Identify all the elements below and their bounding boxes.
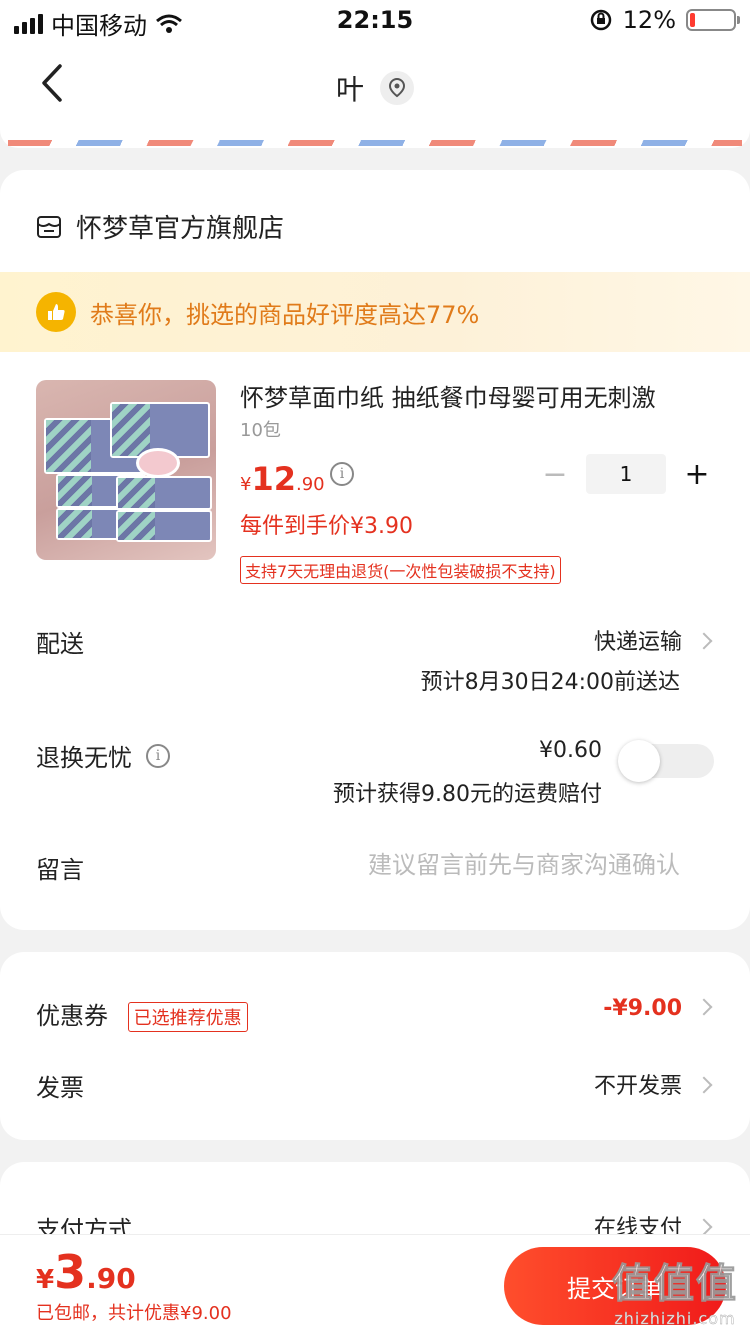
coupon-value: -¥9.00: [603, 996, 682, 1021]
invoice-row[interactable]: 不开发票: [593, 1068, 713, 1100]
chevron-right-icon: [695, 998, 713, 1016]
chevron-right-icon: [695, 1218, 713, 1236]
watermark-url: zhizhizhi.com: [614, 1309, 736, 1328]
coupon-row[interactable]: -¥9.00: [603, 996, 713, 1021]
return-insurance-toggle[interactable]: [618, 740, 714, 782]
coupon-label-wrap: 优惠券 已选推荐优惠: [36, 996, 248, 1032]
price-decimal: .90: [295, 474, 325, 495]
promo-text: 恭喜你，挑选的商品好评度高达77%: [90, 300, 480, 329]
discount-card: 优惠券 已选推荐优惠 -¥9.00 发票 不开发票: [0, 952, 750, 1140]
location-pin-icon: [388, 77, 406, 98]
info-icon[interactable]: i: [146, 743, 170, 768]
total-currency: ¥: [36, 1265, 55, 1295]
status-bar: 中国移动 22:15 12%: [0, 0, 750, 40]
store-header[interactable]: 怀梦草官方旗舰店: [36, 208, 284, 245]
product-spec: 10包: [240, 420, 281, 441]
nav-title: 叶: [335, 73, 364, 106]
checkout-bar: ¥ 3 .90 已包邮，共计优惠¥9.00 提交订单 值值值 zhizhizhi…: [0, 1234, 750, 1334]
store-name: 怀梦草官方旗舰店: [76, 214, 285, 244]
rating-promo-banner: 恭喜你，挑选的商品好评度高达77%: [0, 272, 750, 352]
return-policy-tag: 支持7天无理由退货(一次性包装破损不支持): [240, 556, 561, 584]
return-insurance-price: ¥0.60: [539, 738, 602, 763]
order-card: 怀梦草官方旗舰店 恭喜你，挑选的商品好评度高达77% 怀梦草面巾纸 抽纸餐巾母婴…: [0, 170, 750, 930]
return-insurance-label-wrap: 退换无忧 i: [36, 738, 170, 773]
location-button[interactable]: [380, 71, 414, 105]
return-insurance-label: 退换无忧: [36, 744, 132, 772]
total-price: ¥ 3 .90: [36, 1245, 136, 1299]
price-info-icon[interactable]: i: [330, 462, 354, 486]
delivery-method-row[interactable]: 快递运输: [593, 624, 713, 656]
increase-quantity-button[interactable]: +: [680, 457, 714, 492]
message-input[interactable]: [300, 848, 680, 882]
status-right: 12%: [589, 6, 740, 34]
product-title[interactable]: 怀梦草面巾纸 抽纸餐巾母婴可用无刺激: [240, 378, 710, 413]
store-icon: [37, 215, 61, 238]
price-currency: ¥: [240, 474, 252, 495]
address-border-stripe: [0, 130, 750, 148]
delivery-label: 配送: [36, 630, 84, 658]
chevron-right-icon: [695, 632, 713, 650]
message-label: 留言: [36, 856, 84, 884]
watermark: 值值值 zhizhizhi.com: [612, 1251, 738, 1329]
delivery-estimate: 预计8月30日24:00前送达: [420, 670, 680, 695]
decrease-quantity-button[interactable]: −: [538, 457, 572, 492]
invoice-value: 不开发票: [593, 1074, 682, 1099]
quantity-input[interactable]: [586, 454, 666, 494]
total-decimal: .90: [86, 1262, 136, 1295]
quantity-stepper: − +: [538, 454, 714, 494]
thumbs-up-icon: [36, 292, 76, 332]
product-image[interactable]: [36, 380, 216, 560]
nav-title-wrap: 叶: [0, 68, 750, 108]
coupon-label: 优惠券: [36, 1002, 108, 1030]
battery-percent: 12%: [622, 6, 676, 34]
invoice-label: 发票: [36, 1074, 84, 1102]
total-integer: 3: [54, 1245, 87, 1299]
chevron-right-icon: [695, 1076, 713, 1094]
watermark-logo: 值值值: [612, 1261, 738, 1308]
battery-icon: [686, 9, 740, 31]
delivery-method: 快递运输: [593, 630, 682, 655]
product-price: ¥ 12 .90: [240, 460, 325, 498]
orientation-lock-icon: [590, 9, 611, 31]
return-insurance-desc: 预计获得9.80元的运费赔付: [333, 782, 602, 807]
total-summary: 已包邮，共计优惠¥9.00: [36, 1303, 232, 1324]
unit-price-label: 每件到手价¥3.90: [240, 514, 413, 539]
price-integer: 12: [251, 460, 296, 498]
coupon-tag: 已选推荐优惠: [127, 1002, 248, 1032]
nav-bar: 叶: [0, 40, 750, 130]
